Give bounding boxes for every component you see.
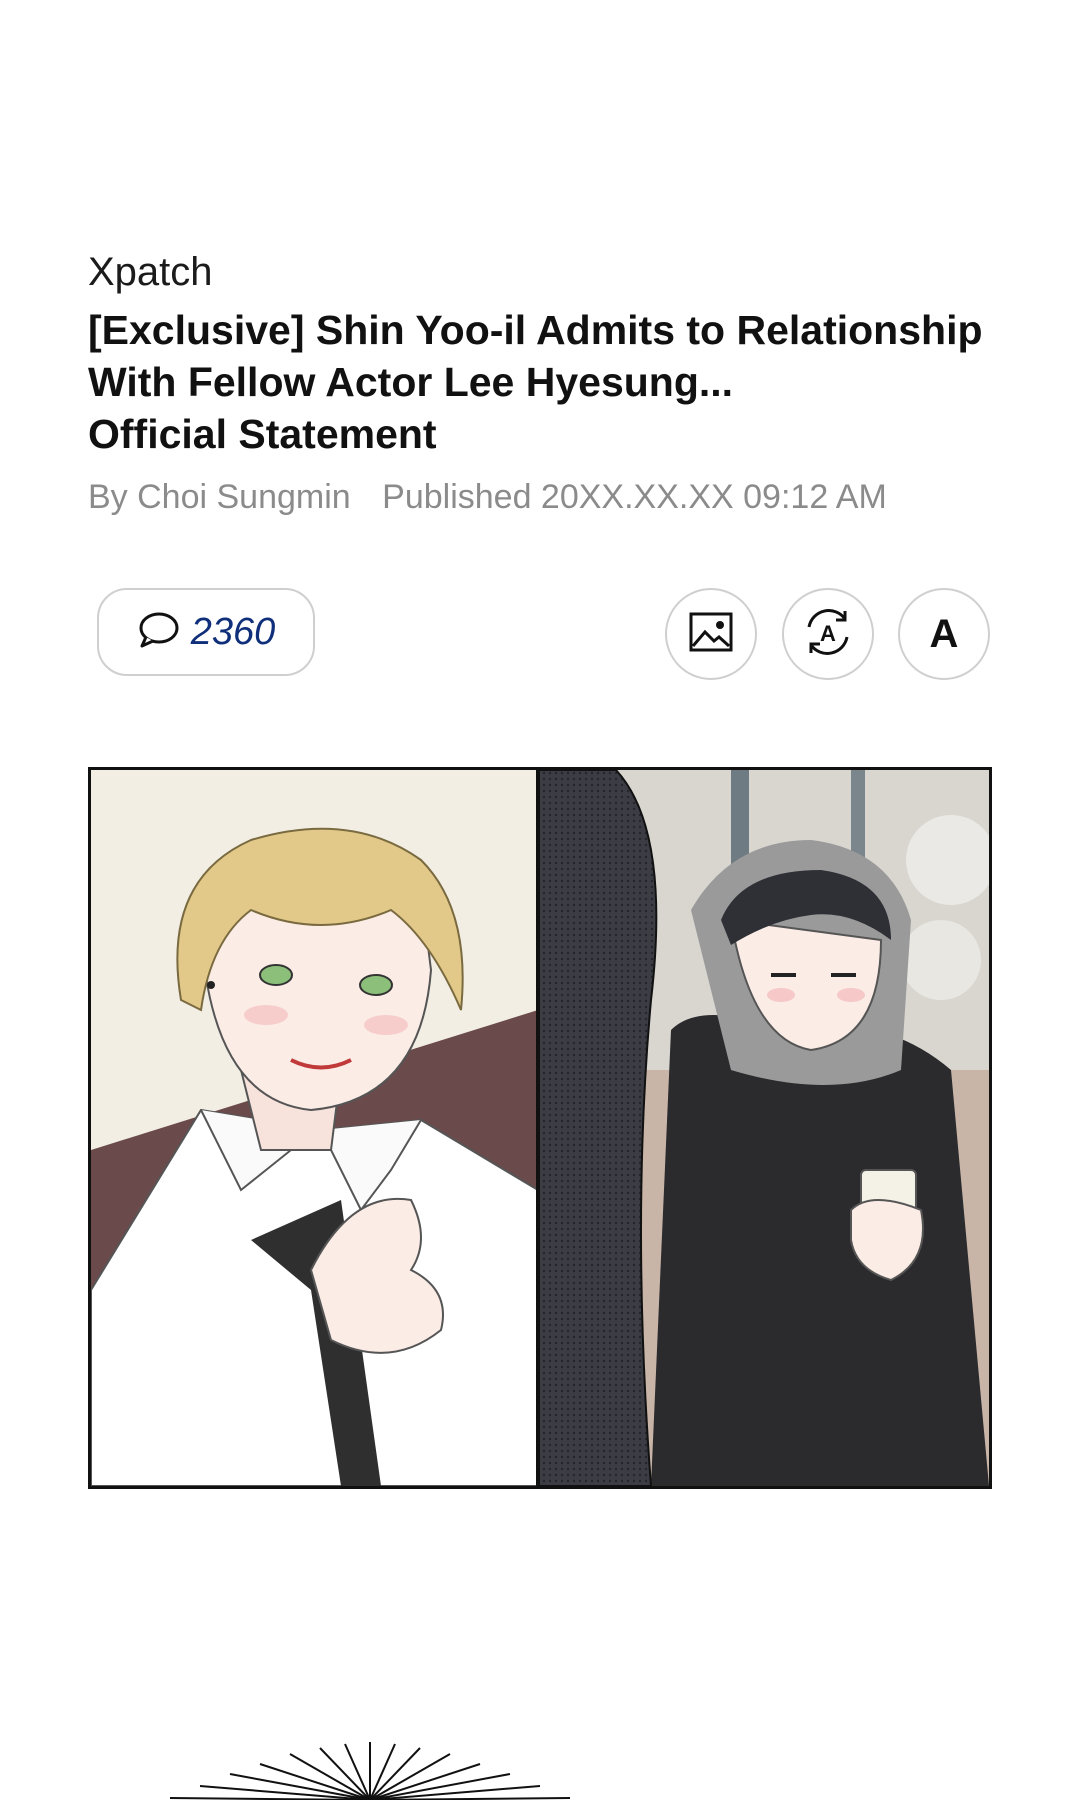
translate-button[interactable]: A xyxy=(782,588,874,680)
news-source: Xpatch xyxy=(88,250,213,294)
font-size-button[interactable]: A xyxy=(898,588,990,680)
article-headline: [Exclusive] Shin Yoo-il Admits to Relati… xyxy=(88,304,988,460)
svg-text:A: A xyxy=(820,621,836,646)
author: By Choi Sungmin xyxy=(88,478,351,516)
headline-line: [Exclusive] Shin Yoo-il Admits to Relati… xyxy=(88,307,983,353)
font-size-icon: A xyxy=(929,611,959,656)
comic-illustration xyxy=(88,767,992,1489)
right-panel-hoodie-man xyxy=(537,770,989,1486)
speed-lines-decoration xyxy=(140,1740,600,1805)
comments-button[interactable]: 2360 xyxy=(97,588,315,676)
publish-date: Published 20XX.XX.XX 09:12 AM xyxy=(382,478,887,516)
image-icon xyxy=(689,612,733,657)
image-button[interactable] xyxy=(665,588,757,680)
left-panel-blonde-man xyxy=(91,770,539,1486)
translate-icon: A xyxy=(799,603,857,666)
headline-line: Official Statement xyxy=(88,411,437,457)
comment-icon xyxy=(137,610,181,655)
comment-count: 2360 xyxy=(190,610,276,653)
headline-line: With Fellow Actor Lee Hyesung... xyxy=(88,359,734,405)
byline: By Choi Sungmin Published 20XX.XX.XX 09:… xyxy=(88,478,887,517)
